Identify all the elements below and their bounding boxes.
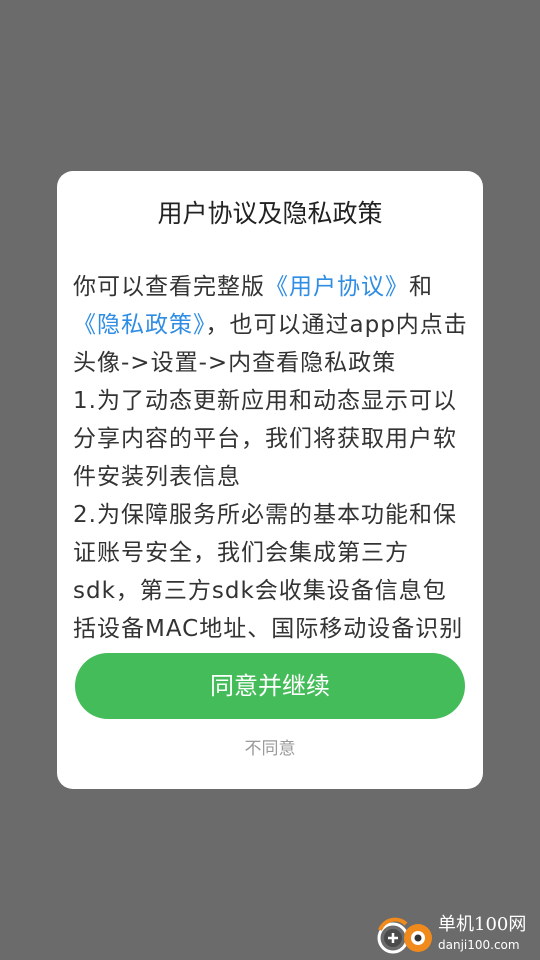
content-item-1: 1.为了动态更新应用和动态显示可以分享内容的平台，我们将获取用户软件安装列表信息 (73, 388, 457, 490)
intro-prefix: 你可以查看完整版 (73, 274, 265, 300)
disagree-button[interactable]: 不同意 (57, 737, 483, 761)
content-item-2: 2.为保障服务所必需的基本功能和保证账号安全，我们会集成第三方sdk，第三方sd… (73, 502, 464, 641)
dialog-title: 用户协议及隐私政策 (157, 199, 383, 228)
watermark-url: danji100.com (438, 938, 520, 952)
and-text: 和 (409, 274, 433, 300)
privacy-dialog: 用户协议及隐私政策 你可以查看完整版《用户协议》和《隐私政策》，也可以通过app… (57, 171, 483, 789)
watermark: 单机100网 danji100.com (376, 912, 534, 958)
intro-paragraph: 你可以查看完整版《用户协议》和《隐私政策》，也可以通过app内点击头像->设置-… (73, 268, 469, 382)
privacy-policy-link[interactable]: 《隐私政策》 (73, 312, 206, 338)
agree-continue-button[interactable]: 同意并继续 (75, 653, 465, 719)
user-agreement-link[interactable]: 《用户协议》 (265, 274, 409, 300)
danji100-logo-icon (377, 917, 432, 954)
watermark-name: 单机100网 (438, 914, 527, 935)
dialog-content[interactable]: 你可以查看完整版《用户协议》和《隐私政策》，也可以通过app内点击头像->设置-… (73, 268, 469, 641)
